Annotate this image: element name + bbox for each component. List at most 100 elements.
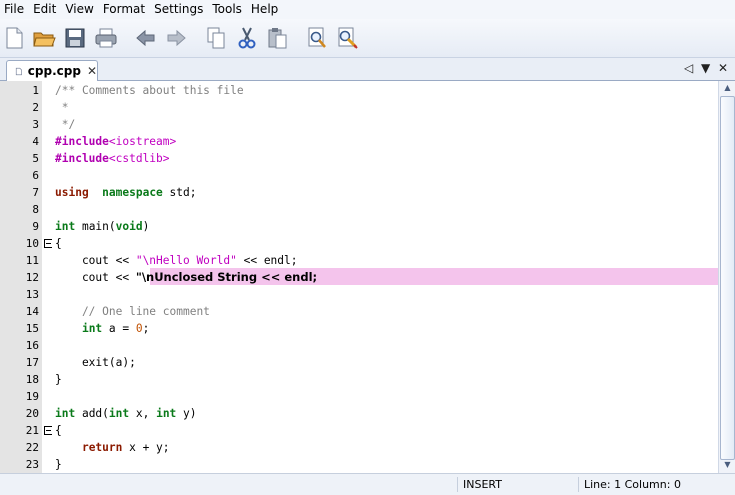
tab-prev-icon[interactable]: ◁ [684, 61, 693, 75]
toolbar [0, 19, 735, 58]
code-line[interactable]: */ [55, 116, 75, 133]
save-icon[interactable] [63, 26, 87, 50]
status-bar: INSERT Line: 1 Column: 0 [0, 473, 735, 495]
code-line[interactable]: { [55, 235, 62, 252]
print-icon[interactable] [94, 26, 118, 50]
code-token: int [108, 407, 130, 420]
line-number: 6 [32, 169, 39, 182]
line-number: 21 [25, 424, 39, 437]
code-token: using [55, 186, 89, 199]
code-line[interactable]: * [55, 99, 69, 116]
menu-format[interactable]: Format [99, 0, 150, 19]
code-token: { [55, 237, 62, 250]
code-line[interactable]: return x + y; [55, 439, 170, 456]
code-line[interactable]: /** Comments about this file [55, 82, 244, 99]
menu-file[interactable]: File [0, 0, 29, 19]
copy-icon[interactable] [204, 26, 228, 50]
code-line[interactable]: } [55, 456, 62, 473]
code-token: return [81, 441, 123, 454]
code-token: // One line comment [55, 305, 210, 318]
code-token: { [55, 424, 62, 437]
code-token: } [55, 373, 62, 386]
code-token: x, [129, 407, 157, 420]
code-token: std; [162, 186, 197, 199]
tab-list-icon[interactable]: ▼ [701, 61, 710, 75]
line-number: 7 [32, 186, 39, 199]
tab-close-all-icon[interactable]: ✕ [718, 61, 728, 75]
menu-edit[interactable]: Edit [29, 0, 61, 19]
paste-icon[interactable] [265, 26, 289, 50]
code-token: << endl; [236, 254, 298, 267]
code-line[interactable]: // One line comment [55, 303, 210, 320]
code-token: namespace [102, 186, 163, 199]
code-token: void [115, 220, 143, 233]
status-cursor-position: Line: 1 Column: 0 [584, 478, 681, 491]
code-token: x + y; [122, 441, 170, 454]
line-number: 16 [25, 339, 39, 352]
code-line[interactable]: int add(int x, int y) [55, 405, 197, 422]
vertical-scrollbar[interactable]: ▲ ▼ [718, 81, 735, 473]
line-number: 9 [32, 220, 39, 233]
line-number: 1 [32, 84, 39, 97]
redo-icon[interactable] [164, 26, 188, 50]
menu-tools[interactable]: Tools [208, 0, 247, 19]
code-line[interactable]: #include<iostream> [55, 133, 176, 150]
menu-bar: File Edit View Format Settings Tools Hel… [0, 0, 735, 19]
code-token: } [55, 458, 62, 471]
code-editor[interactable]: /** Comments about this file * */ #includ… [52, 81, 718, 473]
line-number: 13 [25, 288, 39, 301]
undo-icon[interactable] [134, 26, 158, 50]
line-number: 10 [25, 237, 39, 250]
cut-icon[interactable] [235, 26, 259, 50]
line-number-gutter: 1 2 3 4 5 6 7 8 9 10 11 12 13 14 15 16 17 18 19 20 21 22 23 [0, 81, 42, 473]
open-folder-icon[interactable] [32, 26, 56, 50]
scroll-down-icon[interactable]: ▼ [720, 458, 735, 472]
code-line[interactable]: using namespace std; [55, 184, 196, 201]
code-token: * [55, 101, 69, 114]
code-line[interactable]: cout << "\nUnclosed String << endl; [55, 269, 317, 286]
tab-cpp-file[interactable]: cpp.cpp ✕ [6, 60, 98, 81]
line-number: 12 [25, 271, 39, 284]
line-number: 3 [32, 118, 39, 131]
code-line[interactable]: #include<cstdlib> [55, 150, 170, 167]
scroll-up-icon[interactable]: ▲ [720, 81, 735, 95]
code-line[interactable]: cout << "\nHello World" << endl; [55, 252, 298, 269]
code-token: <iostream> [108, 135, 177, 148]
menu-help[interactable]: Help [247, 0, 283, 19]
find-icon[interactable] [305, 26, 329, 50]
code-token: cout << [55, 254, 136, 267]
code-token: #include [55, 152, 109, 165]
code-line[interactable]: exit(a); [55, 354, 136, 371]
file-icon [15, 67, 22, 75]
line-number: 4 [32, 135, 39, 148]
line-number: 18 [25, 373, 39, 386]
code-token: "\nUnclosed String << endl; [135, 270, 318, 284]
code-token: /** Comments about this file [55, 84, 244, 97]
line-number: 23 [25, 458, 39, 471]
code-line[interactable]: { [55, 422, 62, 439]
code-token: */ [55, 118, 76, 131]
tab-close-icon[interactable]: ✕ [87, 64, 97, 78]
code-token: #include [55, 135, 109, 148]
replace-icon[interactable] [335, 26, 359, 50]
code-token: y) [176, 407, 197, 420]
code-token: <cstdlib> [108, 152, 170, 165]
code-token: ) [142, 220, 150, 233]
line-number: 17 [25, 356, 39, 369]
code-line[interactable]: } [55, 371, 62, 388]
line-number: 22 [25, 441, 39, 454]
menu-settings[interactable]: Settings [150, 0, 208, 19]
new-file-icon[interactable] [2, 26, 26, 50]
scroll-thumb[interactable] [720, 96, 735, 460]
code-line[interactable]: int a = 0; [55, 320, 149, 337]
line-number: 2 [32, 101, 39, 114]
code-token: a = [102, 322, 136, 335]
code-token: "\nHello World" [135, 254, 237, 267]
code-line[interactable]: int main(void) [55, 218, 149, 235]
menu-view[interactable]: View [61, 0, 98, 19]
tab-label: cpp.cpp [27, 64, 81, 78]
fold-margin[interactable] [42, 81, 53, 473]
